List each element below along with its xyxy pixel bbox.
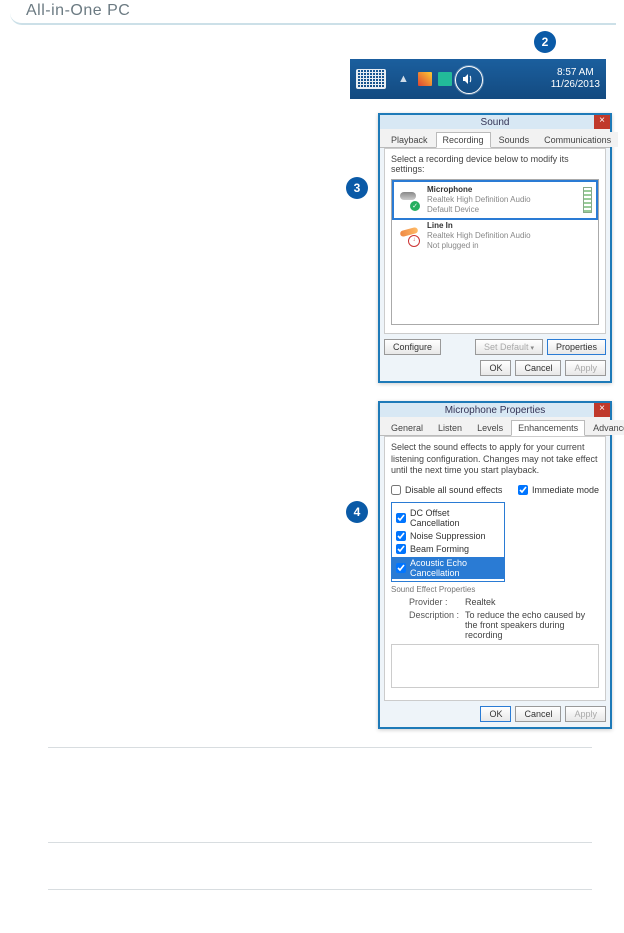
date-text: 11/26/2013 (551, 79, 600, 91)
divider (48, 747, 592, 748)
sound-tabs: Playback Recording Sounds Communications (380, 129, 610, 148)
disable-all-input[interactable] (391, 485, 401, 495)
level-meter-icon (583, 187, 592, 213)
effect-beam-forming[interactable]: Beam Forming (396, 544, 500, 554)
disable-all-checkbox[interactable]: Disable all sound effects (391, 485, 502, 495)
ok-button[interactable]: OK (480, 360, 511, 376)
enhancements-panel: Select the sound effects to apply for yo… (384, 436, 606, 701)
description-row: Description : To reduce the echo caused … (409, 610, 599, 640)
page-header: All-in-One PC (10, 2, 616, 25)
sound-title: Sound (481, 117, 510, 128)
close-button[interactable]: × (594, 403, 610, 417)
configure-button[interactable]: Configure (384, 339, 441, 355)
callout-3: 3 (346, 177, 368, 199)
tab-playback[interactable]: Playback (384, 132, 435, 147)
tab-communications[interactable]: Communications (537, 132, 618, 147)
instruction-section: 2 ▲ 8:57 AM 11/26/2013 3 Sound × Playbac… (0, 25, 624, 914)
enhancements-label: Select the sound effects to apply for yo… (391, 442, 599, 477)
divider (48, 842, 592, 843)
tab-general[interactable]: General (384, 420, 430, 435)
action-center-icon (418, 72, 432, 86)
highlight-circle (455, 66, 483, 94)
recording-panel: Select a recording device below to modif… (384, 148, 606, 334)
time-text: 8:57 AM (551, 67, 600, 79)
cancel-button[interactable]: Cancel (515, 706, 561, 722)
mic-titlebar: Microphone Properties × (380, 403, 610, 417)
clock: 8:57 AM 11/26/2013 (551, 67, 600, 91)
tab-sounds[interactable]: Sounds (492, 132, 537, 147)
tab-advanced[interactable]: Advanced (586, 420, 624, 435)
immediate-mode-input[interactable] (518, 485, 528, 495)
network-icon (438, 72, 452, 86)
set-default-button[interactable]: Set Default (475, 339, 543, 355)
divider (48, 889, 592, 890)
microphone-icon: ✓ (398, 189, 422, 211)
ok-button[interactable]: OK (480, 706, 511, 722)
dialog-button-row: OK Cancel Apply (384, 706, 606, 722)
apply-button[interactable]: Apply (565, 360, 606, 376)
mic-tabs: General Listen Levels Enhancements Advan… (380, 417, 610, 436)
device-linein[interactable]: ↓ Line In Realtek High Definition Audio … (394, 218, 596, 254)
sound-titlebar: Sound × (380, 115, 610, 129)
volume-icon (461, 72, 475, 86)
device-list: ✓ Microphone Realtek High Definition Aud… (391, 179, 599, 325)
device-text: Line In Realtek High Definition Audio No… (427, 221, 531, 251)
taskbar-screenshot: 2 ▲ 8:57 AM 11/26/2013 (350, 59, 606, 99)
tray-chevron-icon: ▲ (398, 73, 409, 85)
sound-dialog: 3 Sound × Playback Recording Sounds Comm… (378, 113, 612, 383)
effects-list: DC Offset Cancellation Noise Suppression… (391, 502, 505, 582)
effect-dc-offset[interactable]: DC Offset Cancellation (396, 508, 500, 528)
tab-listen[interactable]: Listen (431, 420, 469, 435)
tab-levels[interactable]: Levels (470, 420, 510, 435)
device-microphone[interactable]: ✓ Microphone Realtek High Definition Aud… (394, 182, 596, 218)
mic-title: Microphone Properties (445, 405, 546, 416)
sound-effect-properties-label: Sound Effect Properties (391, 585, 599, 594)
callout-4: 4 (346, 501, 368, 523)
tab-recording[interactable]: Recording (436, 132, 491, 148)
settings-box (391, 644, 599, 688)
keyboard-icon (356, 69, 386, 89)
recording-label: Select a recording device below to modif… (391, 154, 599, 174)
cancel-button[interactable]: Cancel (515, 360, 561, 376)
linein-icon: ↓ (398, 225, 422, 247)
tab-enhancements[interactable]: Enhancements (511, 420, 585, 436)
properties-button[interactable]: Properties (547, 339, 606, 355)
brand-title: All-in-One PC (26, 2, 130, 19)
effect-noise-suppression[interactable]: Noise Suppression (396, 531, 500, 541)
apply-button[interactable]: Apply (565, 706, 606, 722)
effect-acoustic-echo[interactable]: Acoustic Echo Cancellation (392, 557, 504, 579)
dialog-button-row: OK Cancel Apply (384, 360, 606, 376)
disable-row: Disable all sound effects Immediate mode (391, 482, 599, 498)
provider-row: Provider : Realtek (409, 597, 599, 607)
device-text: Microphone Realtek High Definition Audio… (427, 185, 531, 215)
close-button[interactable]: × (594, 115, 610, 129)
mic-properties-dialog: 4 Microphone Properties × General Listen… (378, 401, 612, 729)
callout-2: 2 (534, 31, 556, 53)
immediate-mode-checkbox[interactable]: Immediate mode (518, 485, 599, 495)
config-button-row: Configure Set Default Properties (384, 339, 606, 355)
